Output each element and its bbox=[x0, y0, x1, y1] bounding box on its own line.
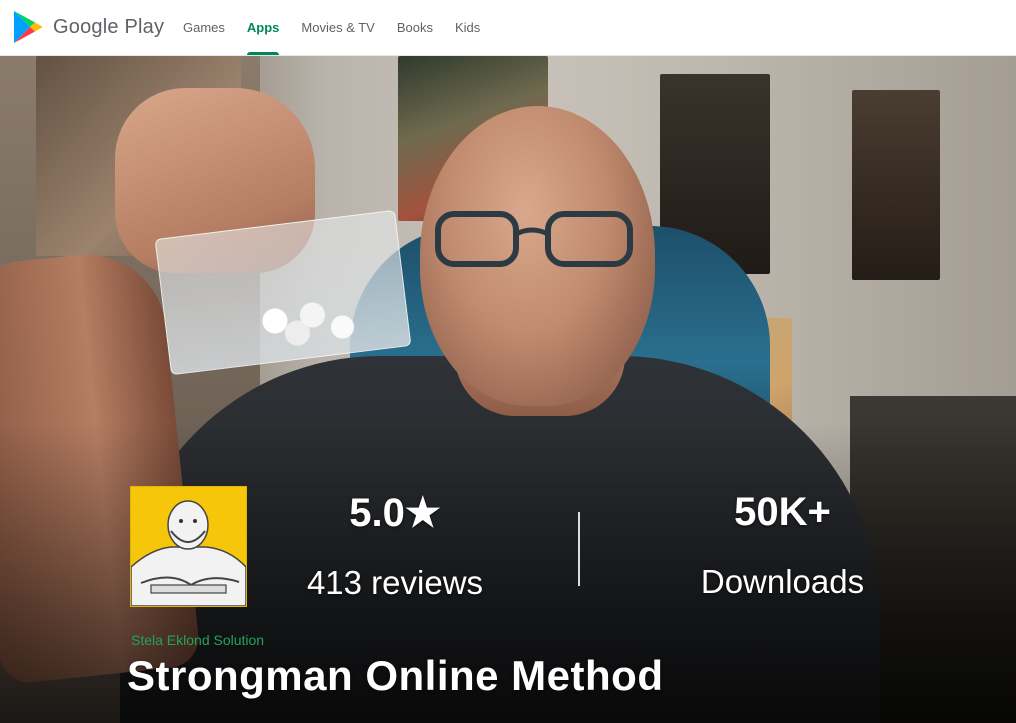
rating-value: 5.0★ bbox=[349, 491, 441, 535]
developer-link[interactable]: Stela Eklond Solution bbox=[131, 632, 264, 648]
nav-kids[interactable]: Kids bbox=[444, 0, 491, 55]
nav-movies-tv[interactable]: Movies & TV bbox=[290, 0, 385, 55]
app-icon[interactable] bbox=[130, 486, 247, 607]
google-play-logo[interactable]: Google Play bbox=[12, 10, 164, 44]
nav-books[interactable]: Books bbox=[386, 0, 444, 55]
main-nav: Games Apps Movies & TV Books Kids bbox=[172, 0, 491, 55]
google-play-icon bbox=[14, 11, 43, 43]
nav-games[interactable]: Games bbox=[172, 0, 236, 55]
strongman-cartoon-icon bbox=[131, 487, 246, 606]
downloads-label: Downloads bbox=[700, 563, 865, 600]
reviews-count[interactable]: 413 reviews bbox=[285, 564, 505, 602]
rating-stat: 5.0★ 413 reviews bbox=[285, 490, 505, 602]
downloads-stat: 50K+ Downloads bbox=[670, 490, 895, 601]
downloads-value: 50K+ bbox=[734, 490, 831, 534]
brand-name: Google Play bbox=[53, 15, 165, 38]
hero-banner bbox=[0, 56, 1016, 723]
nav-apps[interactable]: Apps bbox=[236, 0, 291, 55]
stat-divider bbox=[578, 512, 580, 586]
gradient-overlay bbox=[0, 56, 1016, 723]
top-bar: Google Play Games Apps Movies & TV Books… bbox=[0, 0, 1016, 56]
app-title: Strongman Online Method bbox=[127, 652, 664, 699]
